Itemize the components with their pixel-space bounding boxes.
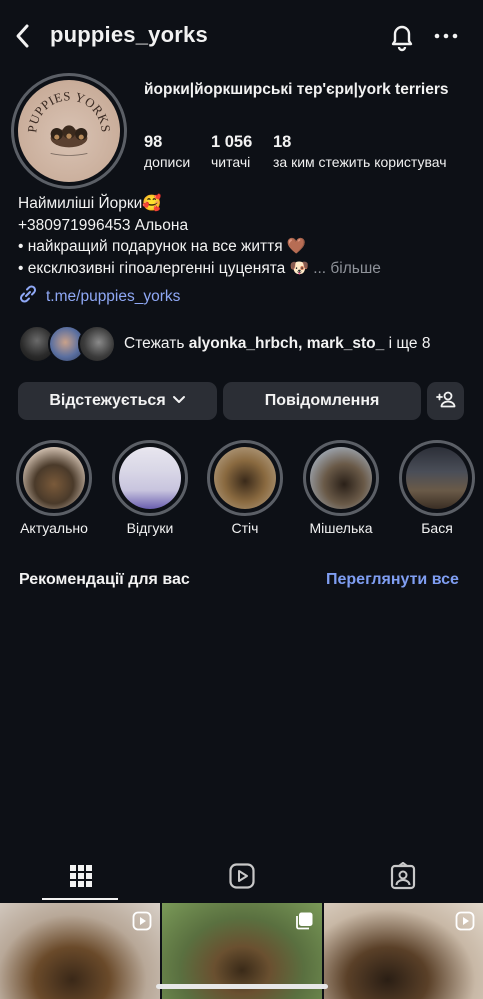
bell-icon[interactable] <box>386 20 418 52</box>
highlight-thumbnail <box>23 447 85 509</box>
followed-by-names: alyonka_hrbch, mark_sto_ <box>188 335 385 352</box>
highlight-item[interactable]: Відгуки <box>112 440 188 536</box>
profile-username: puppies_yorks <box>50 22 208 47</box>
chevron-down-icon <box>172 392 186 410</box>
following-count[interactable]: 18 <box>273 133 291 152</box>
following-label[interactable]: за ким стежить користувач <box>273 154 447 170</box>
following-button[interactable]: Відстежується <box>18 382 217 420</box>
bio-phone: +380971996453 Альона <box>18 217 189 234</box>
highlight-thumbnail <box>119 447 181 509</box>
home-indicator <box>156 984 328 989</box>
highlight-label: Відгуки <box>126 520 174 536</box>
highlight-label: Актуально <box>20 520 88 536</box>
active-tab-indicator <box>42 898 118 900</box>
add-user-icon <box>435 390 456 413</box>
link-icon <box>18 284 38 309</box>
highlight-label: Мішелька <box>309 520 373 536</box>
mutual-followers-avatars[interactable] <box>18 325 118 363</box>
highlight-item[interactable]: Актуально <box>16 440 92 536</box>
highlight-ring <box>112 440 188 516</box>
see-all-link[interactable]: Переглянути все <box>326 571 459 589</box>
profile-tab-bar <box>0 855 483 901</box>
followed-by-text[interactable]: Стежать alyonka_hrbch, mark_sto_ і ще 8 <box>124 335 430 353</box>
top-bar: puppies_yorks <box>0 0 483 72</box>
avatar <box>78 325 116 363</box>
following-button-label: Відстежується <box>49 392 166 409</box>
highlight-ring <box>207 440 283 516</box>
highlight-ring <box>16 440 92 516</box>
tab-posts-grid[interactable] <box>0 855 161 901</box>
reels-icon <box>228 862 256 895</box>
profile-display-name: йорки|йоркширські тер'єри|york terriers <box>144 81 449 98</box>
carousel-icon <box>294 911 314 931</box>
highlight-ring <box>303 440 379 516</box>
link-text[interactable]: t.me/puppies_yorks <box>46 288 180 306</box>
highlight-thumbnail <box>406 447 468 509</box>
highlight-item[interactable]: Стіч <box>207 440 283 536</box>
highlight-item[interactable]: Мішелька <box>303 440 379 536</box>
highlight-label: Бася <box>421 520 453 536</box>
followed-by-suffix: і ще 8 <box>384 335 431 352</box>
grid-icon <box>69 864 93 893</box>
avatar: PUPPIES YORKS <box>18 80 120 182</box>
bio-line: • ексклюзивні гіпоалергенні цуценята 🐶 .… <box>18 259 381 278</box>
profile-link[interactable]: t.me/puppies_yorks <box>18 284 180 309</box>
highlight-item[interactable]: Бася <box>399 440 475 536</box>
post-thumbnail[interactable] <box>0 903 160 999</box>
posts-count[interactable]: 98 <box>144 133 162 152</box>
followers-count[interactable]: 1 056 <box>211 133 252 152</box>
reel-icon <box>132 911 152 931</box>
bio-line: Наймиліші Йорки🥰 <box>18 195 162 212</box>
highlight-label: Стіч <box>231 520 259 536</box>
tab-tagged[interactable] <box>322 855 483 901</box>
add-user-button[interactable] <box>427 382 464 420</box>
more-options-icon[interactable] <box>430 20 462 52</box>
tab-reels[interactable] <box>161 855 322 901</box>
reel-icon <box>455 911 475 931</box>
avatar-logo-icon: PUPPIES YORKS <box>25 89 112 156</box>
posts-label[interactable]: дописи <box>144 154 190 170</box>
message-button[interactable]: Повідомлення <box>223 382 421 420</box>
profile-avatar-ring[interactable]: PUPPIES YORKS <box>11 73 127 189</box>
highlight-thumbnail <box>214 447 276 509</box>
bio-line: • найкращий подарунок на все життя 🤎 <box>18 238 307 255</box>
followers-label[interactable]: читачі <box>211 154 250 170</box>
back-arrow-icon[interactable] <box>10 20 36 52</box>
bio-line-text: • ексклюзивні гіпоалергенні цуценята 🐶 <box>18 260 309 277</box>
bio-more-link[interactable]: ... більше <box>313 260 381 277</box>
highlight-ring <box>399 440 475 516</box>
post-thumbnail[interactable] <box>324 903 483 999</box>
tagged-icon <box>389 861 417 895</box>
recommendations-title: Рекомендації для вас <box>19 571 190 588</box>
followed-by-prefix: Стежать <box>124 335 189 352</box>
highlight-thumbnail <box>310 447 372 509</box>
